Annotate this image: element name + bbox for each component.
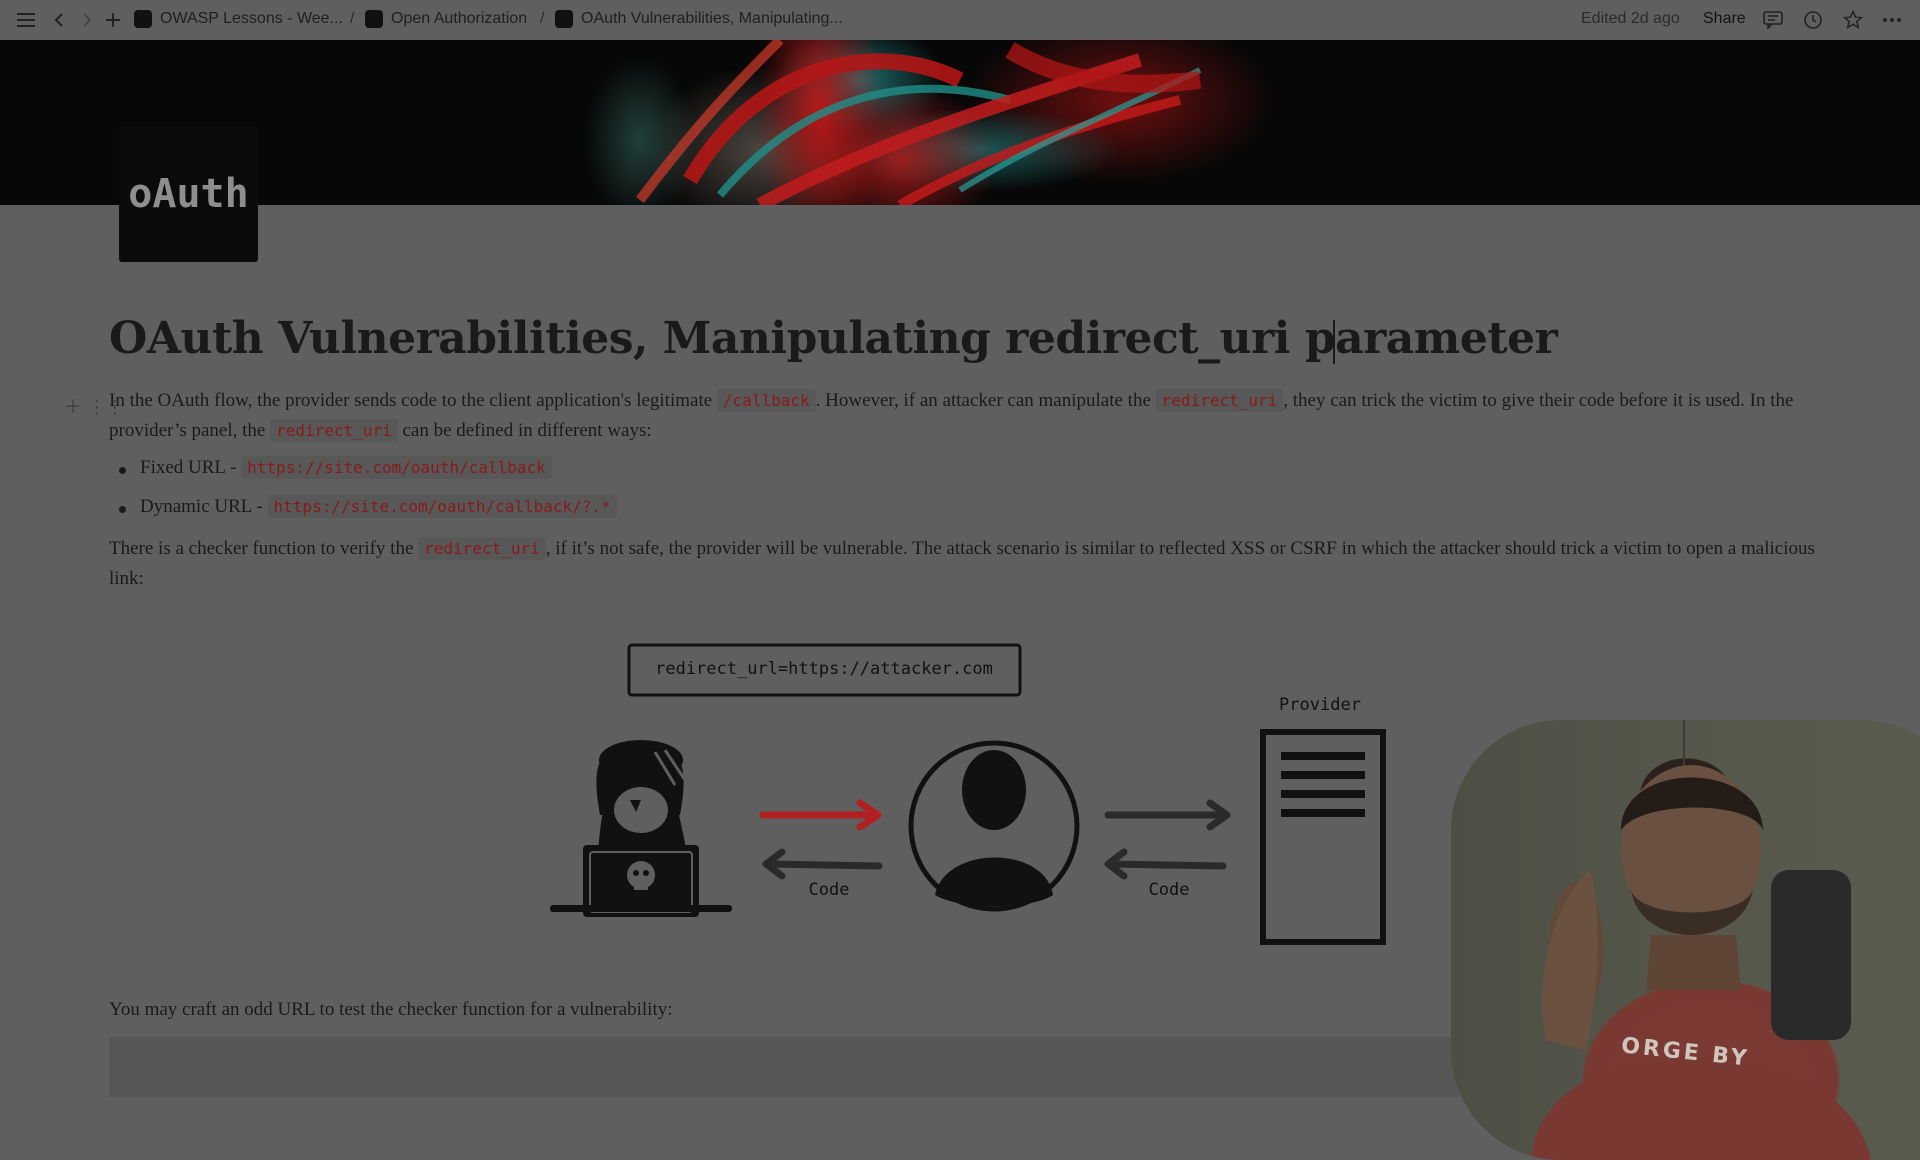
text-run: In the OAuth flow, the provider sends co… [109, 390, 713, 411]
code-block[interactable] [109, 1037, 1459, 1097]
list-item: Dynamic URL - https://site.com/oauth/cal… [119, 495, 617, 518]
paragraph-intro: In the OAuth flow, the provider sends co… [109, 386, 1819, 446]
text-run: There is a checker function to verify th… [109, 538, 414, 559]
hacker-icon [550, 740, 732, 917]
text-cursor [1333, 320, 1335, 364]
inline-code: https://site.com/oauth/callback [241, 456, 552, 479]
breadcrumb-label: Open Authorization [391, 10, 528, 27]
victim-user-icon [908, 740, 1080, 912]
code-label: Code [809, 880, 850, 900]
history-icon[interactable] [1801, 8, 1825, 32]
arrow-provider-to-victim [1104, 848, 1227, 880]
page-logo: oAuth [119, 126, 258, 262]
inline-code: redirect_uri [418, 537, 546, 560]
breadcrumb-item-current[interactable]: OAuth Vulnerabilities, Manipulating... [555, 10, 843, 28]
webcam-overlay: ORGE BY [1451, 720, 1920, 1160]
provider-label: Provider [1279, 695, 1361, 715]
share-button[interactable]: Share [1703, 10, 1746, 28]
back-icon[interactable] [47, 8, 71, 32]
comments-icon[interactable] [1761, 8, 1785, 32]
paragraph-checker: There is a checker function to verify th… [109, 534, 1819, 594]
list-item-label: Dynamic URL - [140, 496, 263, 517]
light-streaks-graphic [636, 40, 1202, 205]
list-item: Fixed URL - https://site.com/oauth/callb… [119, 456, 552, 479]
forward-icon[interactable] [75, 8, 99, 32]
provider-server-icon [1260, 729, 1386, 945]
favorite-star-icon[interactable] [1841, 8, 1865, 32]
breadcrumb-item-owasp[interactable]: OWASP Lessons - Wee... [134, 10, 343, 28]
breadcrumb-item-open-authorization[interactable]: Open Authorization [365, 10, 527, 28]
inline-code: /callback [716, 389, 816, 412]
code-label: Code [1149, 880, 1190, 900]
breadcrumb-label: OWASP Lessons - Wee... [160, 10, 343, 27]
breadcrumb-separator: / [540, 10, 545, 27]
breadcrumb-label: OAuth Vulnerabilities, Manipulating... [581, 10, 843, 27]
arrow-victim-to-provider [1104, 799, 1231, 831]
text-run: . However, if an attacker can manipulate… [815, 390, 1151, 411]
inline-code: https://site.com/oauth/callback/?.* [267, 495, 617, 518]
inline-code: redirect_uri [1155, 389, 1284, 412]
new-page-icon[interactable] [101, 8, 125, 32]
breadcrumb-separator: / [350, 10, 355, 27]
url-box-text: redirect_url=https://attacker.com [655, 659, 993, 679]
page-icon [134, 10, 152, 28]
inline-code: redirect_uri [270, 419, 398, 442]
list-item-label: Fixed URL - [140, 457, 237, 478]
page-icon [555, 10, 573, 28]
page-title[interactable]: OAuth Vulnerabilities, Manipulating redi… [109, 313, 1558, 364]
text-run: can be defined in different ways: [402, 420, 652, 441]
more-options-icon[interactable] [1880, 8, 1904, 32]
sidebar-menu-icon[interactable] [14, 8, 38, 32]
cover-image [0, 40, 1920, 205]
presenter-figure [1531, 765, 1871, 1160]
arrow-victim-to-hacker [762, 848, 883, 880]
edited-status: Edited 2d ago [1581, 10, 1680, 27]
top-bar: OWASP Lessons - Wee... / Open Authorizat… [0, 0, 1920, 40]
page-icon [365, 10, 383, 28]
arrow-hacker-to-victim [759, 799, 882, 831]
